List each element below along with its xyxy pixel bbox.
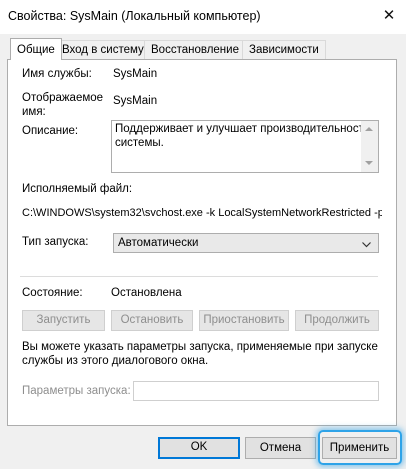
resume-button[interactable]: Продолжить — [295, 310, 379, 331]
hint-line2: службы из этого диалогового окна. — [22, 355, 209, 367]
startup-type-label: Тип запуска: — [22, 236, 89, 248]
tab-general[interactable]: Общие — [10, 38, 62, 60]
description-scrollbar[interactable] — [361, 121, 378, 172]
hint-line1: Вы можете указать параметры запуска, при… — [22, 341, 378, 353]
exe-label: Исполняемый файл: — [22, 183, 133, 195]
status-label: Состояние: — [22, 287, 83, 299]
scroll-up-icon[interactable] — [365, 127, 373, 131]
description-line1: Поддерживает и улучшает производительнос… — [115, 123, 370, 135]
description-line2: системы. — [115, 137, 164, 149]
startup-type-select[interactable]: Автоматически — [113, 233, 379, 253]
start-button[interactable]: Запустить — [22, 310, 105, 331]
divider — [20, 276, 378, 277]
display-name-value: SysMain — [113, 95, 158, 107]
description-textbox[interactable]: Поддерживает и улучшает производительнос… — [111, 120, 379, 173]
display-name-label-line2: имя: — [22, 106, 46, 118]
service-name-label: Имя службы: — [22, 68, 92, 80]
status-value: Остановлена — [111, 287, 182, 299]
apply-button[interactable]: Применить — [322, 437, 397, 459]
service-name-value: SysMain — [113, 68, 158, 80]
tab-recovery[interactable]: Восстановление — [144, 40, 246, 59]
pause-button[interactable]: Приостановить — [199, 310, 289, 331]
ok-button[interactable]: OK — [158, 437, 240, 459]
window-title: Свойства: SysMain (Локальный компьютер) — [8, 9, 261, 23]
start-params-input[interactable] — [133, 381, 379, 401]
display-name-label-line1: Отображаемое — [22, 92, 104, 104]
exe-path: C:\WINDOWS\system32\svchost.exe -k Local… — [22, 207, 382, 219]
chevron-down-icon[interactable] — [362, 239, 371, 248]
tab-dependencies[interactable]: Зависимости — [242, 40, 326, 59]
scroll-down-icon[interactable] — [365, 161, 373, 165]
description-label: Описание: — [22, 125, 79, 137]
start-params-label: Параметры запуска: — [22, 385, 131, 397]
close-icon[interactable]: ✕ — [378, 5, 400, 27]
startup-type-value: Автоматически — [118, 237, 199, 249]
cancel-button[interactable]: Отмена — [245, 437, 316, 459]
stop-button[interactable]: Остановить — [111, 310, 193, 331]
tab-logon[interactable]: Вход в систему — [55, 40, 151, 59]
